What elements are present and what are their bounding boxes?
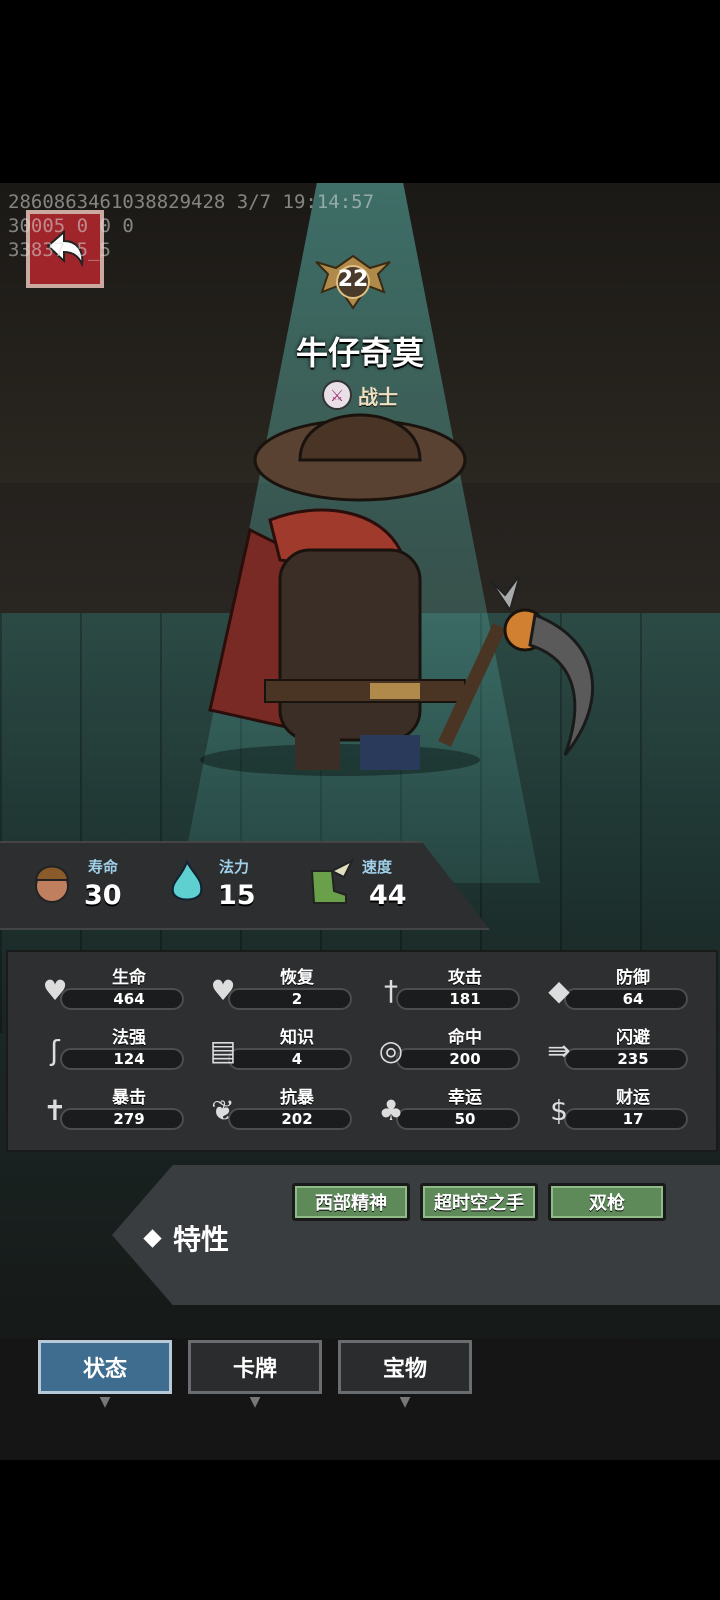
debug-overlay: 28608634610388294​28 3/7 19:14:57 30005 … [8,190,374,262]
hero-name: 牛仔奇莫 [295,334,424,372]
stat-crit: ✝ 暴击 279 [34,1083,184,1139]
debug-line-1: 28608634610388294​28 3/7 19:14:57 [8,191,375,213]
stat-label: 财运 [616,1088,650,1108]
stat-accuracy: ◎ 命中 200 [370,1023,520,1079]
trait-button-time-hand[interactable]: 超时空之手 [420,1183,538,1221]
mana-value: 15 [218,880,256,911]
stat-spell-power: ʃ 法强 124 [34,1023,184,1079]
traits-title: 特性 [173,1223,230,1256]
stat-label: 知识 [280,1028,314,1048]
stat-value: 200 [449,1050,481,1068]
debug-line-2: 30005 0 0 0 [8,215,134,237]
mana-label: 法力 [219,858,250,876]
stat-label: 防御 [616,968,650,988]
stat-value: 17 [622,1110,644,1128]
stat-value: 50 [454,1110,476,1128]
heart-plus-icon: ♥ [210,973,236,1007]
stat-dodge: ⇛ 闪避 235 [538,1023,688,1079]
crit-dagger-icon: ✝ [43,1093,67,1127]
book-icon: ▤ [209,1033,237,1067]
hero-portrait-icon [34,865,70,903]
stat-hp: ♥ 生命 464 [34,963,184,1019]
stat-label: 法强 [112,1028,146,1048]
stat-value: 4 [291,1050,303,1068]
speed-label: 速度 [362,858,393,876]
tab-ornament-icon: ▼ [249,1394,261,1410]
heart-icon: ♥ [42,973,68,1007]
coin-icon: $ [550,1093,568,1127]
tab-treasures[interactable]: 宝物 [338,1340,472,1394]
sword-icon: † [384,973,398,1007]
stat-label: 闪避 [616,1028,650,1048]
trait-button-dual-guns[interactable]: 双枪 [548,1183,666,1221]
tab-cards[interactable]: 卡牌 [188,1340,322,1394]
shell-shield-icon: ❦ [211,1093,235,1127]
diamond-bullet-icon [143,1228,162,1248]
debug-line-3: 33837 5_5 [8,239,111,261]
stat-value: 124 [113,1050,145,1068]
winged-boot-icon [310,858,355,904]
lifespan-label: 寿命 [88,858,119,876]
stat-value: 202 [281,1110,313,1128]
lifespan-stat [28,852,76,912]
stat-fortune: $ 财运 17 [538,1083,688,1139]
stat-attack: † 攻击 181 [370,963,520,1019]
stat-value: 2 [291,990,303,1008]
stat-defense: ◆ 防御 64 [538,963,688,1019]
blue-flame-icon [171,859,203,901]
staff-icon: ʃ [50,1033,60,1067]
stat-label: 命中 [448,1028,482,1048]
stat-label: 生命 [112,968,146,988]
trait-button-western-spirit[interactable]: 西部精神 [292,1183,410,1221]
clover-icon: ♣ [378,1093,404,1127]
stat-value: 279 [113,1110,145,1128]
stat-regen: ♥ 恢复 2 [202,963,352,1019]
target-icon: ◎ [378,1033,404,1067]
lifespan-value: 30 [84,880,122,911]
stat-value: 64 [622,990,644,1008]
tab-ornament-icon: ▼ [399,1394,411,1410]
stat-crit-resist: ❦ 抗暴 202 [202,1083,352,1139]
stat-luck: ♣ 幸运 50 [370,1083,520,1139]
speed-stat [302,852,356,912]
stat-label: 攻击 [448,968,482,988]
stat-value: 235 [617,1050,649,1068]
dodge-arrows-icon: ⇛ [547,1033,571,1067]
mana-stat [165,852,209,912]
stat-value: 464 [113,990,145,1008]
speed-value: 44 [369,880,407,911]
stat-label: 抗暴 [280,1088,314,1108]
tab-ornament-icon: ▼ [99,1394,111,1410]
tab-status[interactable]: 状态 [38,1340,172,1394]
stat-knowledge: ▤ 知识 4 [202,1023,352,1079]
level-number: 22 [337,267,369,292]
armor-icon: ◆ [548,973,570,1007]
traits-heading: 特性 [143,1218,230,1258]
stat-value: 181 [449,990,481,1008]
cowboy-hero-sprite[interactable] [180,400,630,800]
stat-label: 幸运 [448,1088,482,1108]
stat-label: 恢复 [280,968,314,988]
stat-label: 暴击 [112,1088,146,1108]
